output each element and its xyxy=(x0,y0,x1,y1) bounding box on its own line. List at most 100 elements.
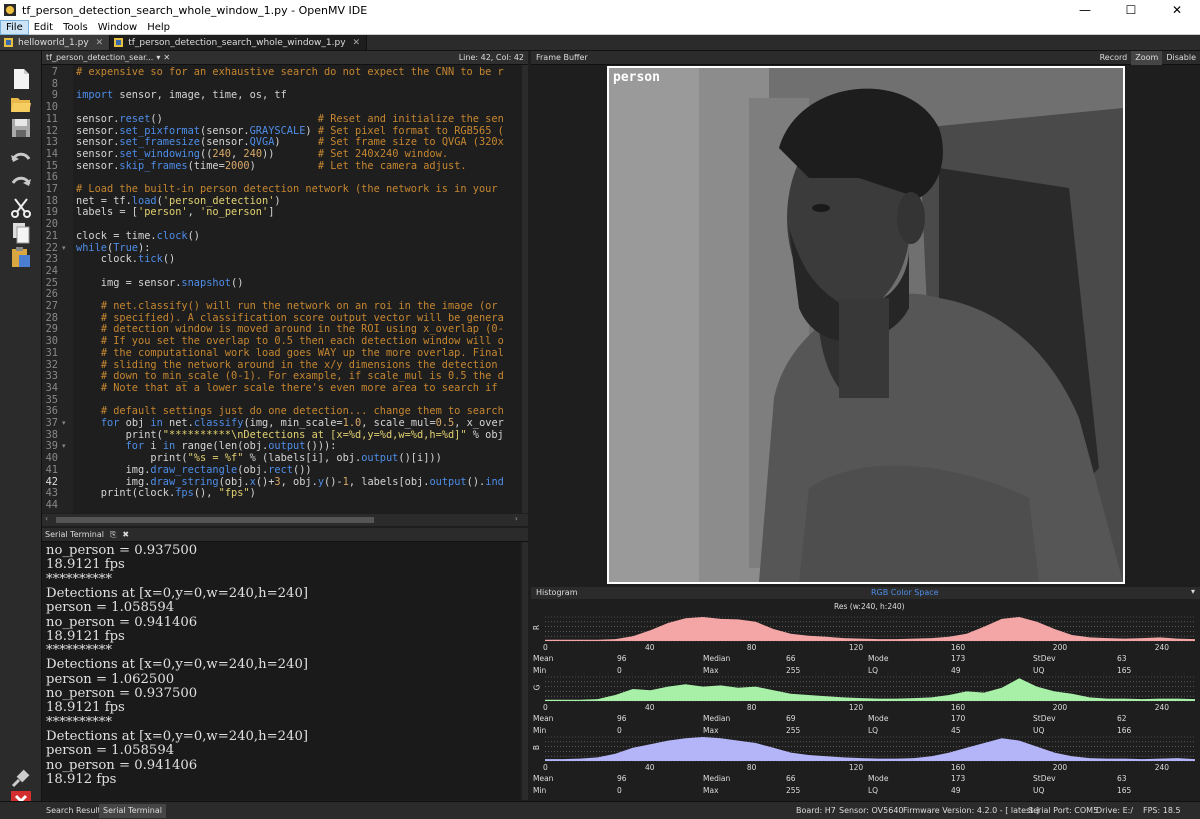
left-toolbar xyxy=(0,51,42,811)
python-file-icon xyxy=(4,38,13,47)
maximize-button[interactable]: ☐ xyxy=(1108,0,1154,20)
code-editor[interactable]: 7 8 9 10 11 12 13 14 15 16 17 18 19 20 21 22 ▾ 23 24 25 26 27… xyxy=(42,65,522,513)
close-tab-icon[interactable]: ✕ xyxy=(353,38,361,48)
stat-value-stdev: 62 xyxy=(1117,714,1127,723)
editor-header: tf_person_detection_sear... ▾ ✕ Line: 42… xyxy=(42,51,528,65)
editor-vertical-scrollbar[interactable] xyxy=(522,65,528,513)
copy-icon[interactable] xyxy=(9,221,33,245)
record-button[interactable]: Record xyxy=(1096,51,1132,65)
serial-line: person = 1.062500 xyxy=(46,671,175,687)
close-tab-icon[interactable]: ✕ xyxy=(96,38,104,48)
color-space-select[interactable]: RGB Color Space xyxy=(871,588,939,597)
menu-file[interactable]: File xyxy=(0,19,29,35)
serial-line: no_person = 0.941406 xyxy=(46,614,198,630)
channel-label: G xyxy=(532,684,542,691)
file-tab-label: helloworld_1.py xyxy=(18,37,89,48)
file-tab-person-detection[interactable]: tf_person_detection_search_whole_window_… xyxy=(110,35,368,50)
stat-value-stdev: 63 xyxy=(1117,654,1127,663)
stat-value-min: 0 xyxy=(617,786,622,795)
histogram-tick-label: 80 xyxy=(746,643,757,652)
menu-window[interactable]: Window xyxy=(93,20,142,35)
stat-value-mean: 96 xyxy=(617,654,627,663)
stat-label-mean: Mean xyxy=(533,654,554,663)
histogram-tick-label: 160 xyxy=(950,643,966,652)
undo-icon[interactable] xyxy=(9,147,33,171)
histogram-tick-label: 120 xyxy=(848,763,864,772)
serial-vertical-scrollbar[interactable] xyxy=(522,542,528,800)
frame-buffer-title: Frame Buffer xyxy=(536,53,588,62)
channel-label: B xyxy=(532,744,542,751)
stat-label-stdev: StDev xyxy=(1033,714,1056,723)
zoom-button[interactable]: Zoom xyxy=(1131,50,1163,65)
fold-toggle-icon[interactable]: ▾ xyxy=(62,418,66,430)
line-number: 41 xyxy=(45,463,58,476)
code-line: # Note that at a lower scale there's eve… xyxy=(100,381,498,394)
editor-horizontal-scrollbar[interactable]: ‹ › xyxy=(42,514,528,526)
firmware-info[interactable]: Firmware Version: 4.2.0 - [ latest ] xyxy=(903,806,1039,815)
menu-tools[interactable]: Tools xyxy=(58,20,93,35)
new-file-icon[interactable] xyxy=(9,67,33,91)
stat-value-mode: 170 xyxy=(951,714,966,723)
menu-bar: File Edit Tools Window Help xyxy=(0,19,1200,35)
stat-value-mean: 96 xyxy=(617,714,627,723)
fold-toggle-icon[interactable]: ▾ xyxy=(62,243,66,255)
line-number: 11 xyxy=(45,112,58,125)
minimize-button[interactable]: — xyxy=(1062,0,1108,20)
stat-value-lq: 49 xyxy=(951,786,961,795)
histogram-tick-label: 200 xyxy=(1052,643,1068,652)
stat-label-mode: Mode xyxy=(868,654,889,663)
close-window-button[interactable]: ✕ xyxy=(1154,0,1200,20)
histogram-tick-label: 40 xyxy=(644,763,655,772)
serial-terminal-tab[interactable]: Serial Terminal xyxy=(99,804,166,818)
histogram-resolution: Res (w:240, h:240) xyxy=(834,602,905,611)
serial-terminal-output[interactable]: no_person = 0.937500 18.9121 fps *********… xyxy=(42,542,520,800)
fps-info: FPS: 18.5 xyxy=(1143,806,1181,815)
open-folder-icon[interactable] xyxy=(9,92,33,116)
cut-icon[interactable] xyxy=(9,196,33,220)
serial-send-icon[interactable]: ⎘ xyxy=(107,530,119,540)
serial-line: 18.912 fps xyxy=(46,771,117,787)
scroll-thumb[interactable] xyxy=(56,517,374,523)
chevron-down-icon[interactable]: ▾ xyxy=(1191,587,1195,596)
scroll-left-icon[interactable]: ‹ xyxy=(45,514,48,523)
serial-line: person = 1.058594 xyxy=(46,600,175,616)
stat-value-uq: 165 xyxy=(1117,786,1132,795)
fold-toggle-icon[interactable]: ▾ xyxy=(62,441,66,453)
scroll-right-icon[interactable]: › xyxy=(515,514,518,523)
menu-edit[interactable]: Edit xyxy=(29,20,58,35)
serial-line: no_person = 0.937500 xyxy=(46,686,198,701)
stat-value-mode: 173 xyxy=(951,774,966,783)
serial-terminal-header: Serial Terminal ⎘ ✖ xyxy=(42,528,528,542)
editor-file-selector[interactable]: tf_person_detection_sear... ▾ ✕ xyxy=(42,53,174,62)
histogram-tick-label: 200 xyxy=(1052,763,1068,772)
openmv-app-icon xyxy=(4,4,16,16)
histogram-tick-label: 120 xyxy=(848,703,864,712)
line-number: 44 xyxy=(45,498,58,511)
histogram-r xyxy=(545,616,1195,642)
histogram-area xyxy=(545,617,1195,641)
serial-line: person = 1.058594 xyxy=(46,743,175,759)
clear-terminal-icon[interactable]: ✖ xyxy=(119,530,132,539)
redo-icon[interactable] xyxy=(9,171,33,195)
line-number: 14 xyxy=(45,147,58,160)
serial-line: ********** xyxy=(46,571,112,587)
close-document-icon[interactable]: ✕ xyxy=(163,53,170,62)
histogram-tick-label: 40 xyxy=(644,703,655,712)
python-file-icon xyxy=(114,38,124,47)
histogram-b xyxy=(545,736,1195,762)
save-icon[interactable] xyxy=(9,116,33,140)
stat-value-stdev: 63 xyxy=(1117,774,1127,783)
connect-icon[interactable] xyxy=(9,766,33,790)
camera-photo-illustration xyxy=(609,68,1123,582)
stat-value-median: 69 xyxy=(786,714,796,723)
histogram-tick-label: 0 xyxy=(543,763,548,772)
disable-button[interactable]: Disable xyxy=(1162,51,1200,65)
file-tab-helloworld[interactable]: helloworld_1.py ✕ xyxy=(0,35,111,50)
paste-icon[interactable] xyxy=(9,245,33,269)
histogram-tick-label: 200 xyxy=(1052,703,1068,712)
menu-help[interactable]: Help xyxy=(142,20,175,35)
stat-label-mean: Mean xyxy=(533,714,554,723)
line-number: 21 xyxy=(45,229,58,242)
line-number: 31 xyxy=(45,346,58,359)
histogram-panel: Res (w:240, h:240) R 0 40 80 120 160 200 240 Mea… xyxy=(531,599,1200,801)
